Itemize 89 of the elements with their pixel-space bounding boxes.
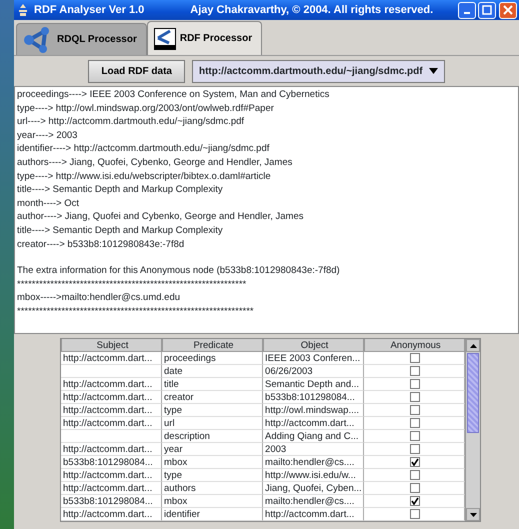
output-line: type----> http://owl.mindswap.org/2003/ont/owlweb.rdf#Paper	[17, 102, 275, 116]
output-line: **************************************************************	[17, 278, 248, 292]
table-cell: http://actcomm.dart...	[61, 417, 162, 430]
table-cell: authors	[162, 482, 264, 495]
output-line: author----> Jiang, Quofei and Cybenko, George and Hendler, James	[17, 210, 304, 224]
table-cell: url	[162, 417, 264, 430]
table-cell: Jiang, Quofei, Cyben...	[263, 482, 364, 495]
minimize-button[interactable]	[458, 2, 476, 18]
table-cell: http://actcomm.dart...	[263, 508, 364, 521]
column-header: Subject	[61, 339, 162, 352]
scrollbar-thumb[interactable]	[467, 353, 479, 433]
scroll-down-button[interactable]	[466, 508, 480, 521]
copyright-text: Ajay Chakravarthy, © 2004. All rights reserved.	[190, 2, 434, 18]
table-cell: http://actcomm.dart...	[61, 404, 162, 417]
url-dropdown[interactable]: http://actcomm.dartmouth.edu/~jiang/sdmc.pdf	[192, 60, 445, 82]
checkbox[interactable]	[410, 418, 420, 428]
checkbox[interactable]	[410, 483, 420, 493]
load-button[interactable]: Load RDF data	[88, 60, 185, 82]
close-icon	[502, 5, 512, 15]
table-cell: b533b8:101298084...	[263, 391, 364, 404]
table-cell: http://actcomm.dart...	[263, 417, 364, 430]
app-icon	[18, 2, 28, 18]
table-cell: http://actcomm.dart...	[61, 469, 162, 482]
table-cell: mailto:hendler@cs....	[263, 456, 364, 469]
table-cell: http://actcomm.dart...	[61, 508, 162, 521]
table-cell: http://actcomm.dart...	[61, 378, 162, 391]
up-arrow-icon	[470, 344, 477, 348]
output-line: month----> Oct	[17, 196, 80, 210]
output-line: creator----> b533b8:1012980843e:-7f8d	[17, 238, 186, 252]
table-cell: title	[162, 378, 264, 391]
output-line: title----> Semantic Depth and Markup Complexity	[17, 224, 224, 238]
scroll-up-button[interactable]	[466, 339, 480, 352]
table-cell: mailto:hendler@cs....	[263, 495, 364, 508]
table-cell: 2003	[263, 443, 364, 456]
output-line: The extra information for this Anonymous node (b533b8:1012980843e:-7f8d)	[17, 264, 341, 278]
output-line: proceedings----> IEEE 2003 Conference on System, Man and Cybernetics	[17, 88, 330, 102]
checkbox[interactable]	[410, 431, 420, 441]
checkbox[interactable]	[410, 405, 420, 415]
column-header: Object	[263, 339, 364, 352]
output-line: type----> http://www.isi.edu/webscripter/bibtex.o.daml#article	[17, 170, 272, 184]
table-cell: description	[162, 430, 264, 443]
table-cell: IEEE 2003 Conferen...	[263, 352, 364, 365]
graph-icon	[154, 28, 176, 50]
checkbox[interactable]	[410, 470, 420, 480]
checkbox[interactable]	[410, 457, 420, 467]
table-cell: Semantic Depth and...	[263, 378, 364, 391]
table-cell: http://owl.mindswap....	[263, 404, 364, 417]
table-cell: date	[162, 365, 264, 378]
output-line: authors----> Jiang, Quofei, Cybenko, George and Hendler, James	[17, 156, 294, 170]
column-header: Anonymous	[364, 339, 466, 352]
table-cell: http://actcomm.dart...	[61, 352, 162, 365]
checkbox[interactable]	[410, 392, 420, 402]
table-cell: type	[162, 404, 264, 417]
table-cell: proceedings	[162, 352, 264, 365]
table-cell: b533b8:101298084...	[61, 495, 162, 508]
tab[interactable]: RDQL Processor	[16, 23, 147, 55]
checkbox[interactable]	[410, 353, 420, 363]
maximize-button[interactable]	[478, 2, 496, 18]
output-line: year----> 2003	[17, 128, 78, 142]
column-header: Predicate	[162, 339, 264, 352]
checkbox[interactable]	[410, 366, 420, 376]
table-cell: year	[162, 443, 264, 456]
table-cell: type	[162, 469, 264, 482]
table-cell: identifier	[162, 508, 264, 521]
output-line: title----> Semantic Depth and Markup Complexity	[17, 183, 224, 197]
table-cell: b533b8:101298084...	[61, 456, 162, 469]
output-line: ****************************************************************	[17, 304, 255, 318]
output-line: url----> http://actcomm.dartmouth.edu/~jiang/sdmc.pdf	[17, 115, 246, 129]
window-title: RDF Analyser Ver 1.0	[34, 2, 144, 18]
close-button[interactable]	[498, 2, 516, 18]
output-line: mbox----->mailto:hendler@cs.umd.edu	[17, 291, 182, 305]
maximize-icon	[482, 5, 492, 15]
table-cell: http://actcomm.dart...	[61, 391, 162, 404]
table-cell: http://www.isi.edu/w...	[263, 469, 364, 482]
table-cell: mbox	[162, 495, 264, 508]
tab[interactable]: RDF Processor	[146, 21, 262, 55]
table-cell: mbox	[162, 456, 264, 469]
checkbox[interactable]	[410, 496, 420, 506]
checkbox[interactable]	[410, 379, 420, 389]
output-line: identifier----> http://actcomm.dartmouth.edu/~jiang/sdmc.pdf	[17, 142, 270, 156]
table-cell: http://actcomm.dart...	[61, 482, 162, 495]
table-cell: http://actcomm.dart...	[61, 443, 162, 456]
down-arrow-icon	[470, 512, 477, 516]
table-cell: creator	[162, 391, 264, 404]
checkbox[interactable]	[410, 509, 420, 519]
checkbox[interactable]	[410, 444, 420, 454]
table-cell: 06/26/2003	[263, 365, 364, 378]
caret-icon	[428, 68, 438, 74]
table-cell: Adding Qiang and C...	[263, 430, 364, 443]
